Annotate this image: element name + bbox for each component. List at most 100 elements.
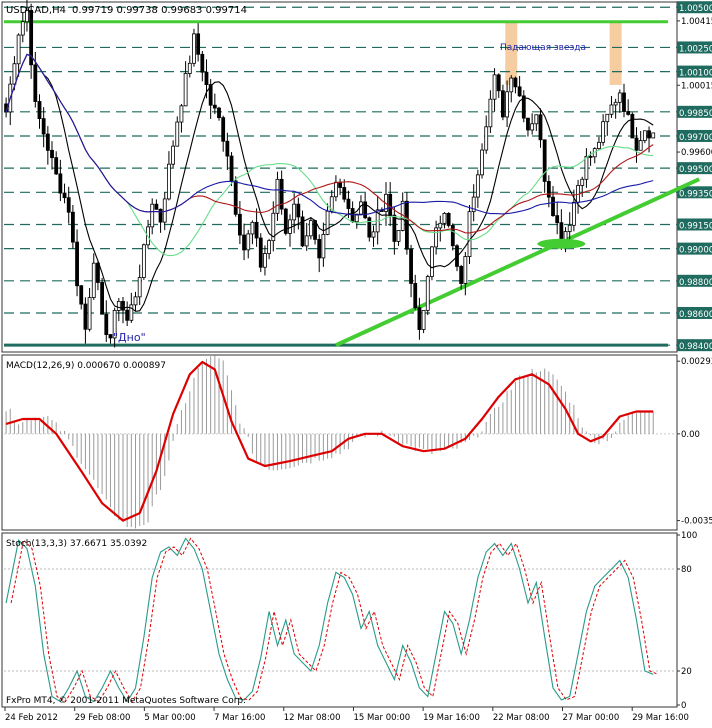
candle-bull	[571, 201, 576, 226]
candle-bear	[542, 139, 547, 182]
candle-bear	[517, 86, 522, 97]
price-axis-label: 1.00415	[681, 17, 712, 27]
candle-bear	[70, 211, 75, 243]
candle-bull	[475, 174, 480, 198]
candle-bear	[66, 197, 71, 213]
candle-bear	[204, 71, 209, 85]
price-axis-label: 0.99350	[679, 189, 712, 199]
candle-bear	[417, 307, 422, 330]
candle-bull	[246, 233, 251, 251]
x-axis-label: 19 Mar 16:00	[423, 713, 480, 723]
candle-bear	[496, 74, 501, 92]
candle-bull	[321, 233, 326, 259]
stoch-axis-label: 100	[681, 531, 697, 541]
candle-bull	[567, 224, 572, 232]
x-axis-label: 12 Mar 08:00	[284, 713, 341, 723]
candle-bull	[250, 221, 255, 235]
candle-bull	[613, 101, 618, 106]
candle-bull	[304, 235, 309, 247]
candle-bull	[617, 92, 622, 103]
candle-bull	[601, 121, 606, 143]
candle-bull	[492, 74, 497, 100]
macd-axis-label: -0.00350	[681, 517, 712, 527]
candle-bear	[96, 262, 100, 283]
candle-bull	[175, 121, 180, 147]
candle-bull	[137, 277, 142, 298]
candle-bull	[442, 212, 447, 224]
chart-symbol-title: USDCAD,H4	[6, 5, 66, 16]
candle-bull	[150, 203, 155, 228]
candle-bear	[237, 213, 242, 236]
candle-bull	[16, 34, 21, 65]
candle-bear	[346, 198, 351, 209]
price-axis-label: 0.99150	[679, 221, 712, 231]
candle-bear	[154, 203, 159, 210]
candle-bear	[647, 130, 651, 139]
candle-bear	[37, 101, 42, 119]
candle-bear	[125, 309, 130, 321]
candle-bull	[162, 198, 167, 223]
candle-bear	[317, 239, 322, 259]
candle-bear	[388, 193, 393, 216]
candle-bull	[192, 33, 196, 64]
candle-bear	[229, 155, 234, 182]
candle-bear	[296, 203, 301, 218]
candle-bull	[488, 98, 493, 128]
candle-bull	[12, 63, 17, 85]
candle-bear	[404, 200, 409, 250]
candle-bull	[141, 244, 146, 278]
candle-bear	[258, 237, 263, 268]
candle-bear	[538, 114, 543, 141]
x-axis-label: 29 Mar 16:00	[632, 713, 689, 723]
candle-bear	[62, 192, 67, 199]
candle-bear	[409, 248, 413, 284]
candle-bear	[551, 196, 555, 217]
candle-bear	[526, 117, 530, 131]
candle-bear	[33, 64, 38, 102]
price-axis-label: 0.98800	[679, 278, 712, 288]
price-axis-label: 0.99600	[681, 148, 712, 158]
candle-bull	[292, 203, 297, 221]
x-axis-label: 5 Mar 00:00	[144, 713, 195, 723]
candle-bull	[179, 105, 184, 123]
candle-bull	[609, 104, 614, 115]
price-axis-label: 0.99500	[679, 165, 712, 175]
macd-title: MACD(12,26,9) 0.000670 0.000897	[6, 361, 166, 371]
candle-bull	[133, 296, 138, 306]
candle-bear	[446, 212, 451, 226]
candle-bull	[129, 304, 134, 321]
price-axis-label: 0.99700	[679, 133, 712, 143]
candle-bear	[459, 266, 464, 284]
macd-axis-label: 0.00	[681, 430, 700, 440]
candle-bull	[642, 130, 647, 141]
candle-bear	[45, 133, 50, 151]
candle-bear	[158, 208, 163, 223]
candle-bear	[225, 140, 230, 157]
candle-bull	[425, 276, 430, 311]
stoch-title: Stoch(13,3,3) 37.6671 35.0392	[6, 539, 147, 549]
candle-bear	[104, 313, 109, 335]
candle-bear	[50, 149, 54, 159]
shooting-star-highlight	[609, 22, 622, 85]
candle-bull	[430, 246, 434, 277]
candle-bull	[116, 300, 121, 311]
candle-bear	[121, 300, 125, 311]
candle-bull	[509, 77, 514, 93]
price-axis-label: 1.00500	[679, 4, 712, 14]
candle-bull	[597, 141, 601, 149]
candle-bear	[546, 181, 551, 198]
candle-bull	[534, 114, 539, 125]
stoch-axis-label: 20	[681, 667, 692, 677]
candle-bear	[79, 285, 84, 305]
candle-bear	[217, 107, 221, 119]
candle-bull	[308, 220, 313, 237]
candle-bull	[371, 231, 376, 238]
candle-bull	[484, 126, 489, 151]
candle-bear	[212, 104, 217, 109]
stoch-axis-label: 0	[681, 701, 686, 711]
x-axis-label: 24 Feb 2012	[5, 713, 58, 723]
candle-bull	[480, 149, 484, 176]
candle-bear	[41, 118, 46, 135]
candle-bull	[275, 178, 280, 214]
price-axis-label: 0.99850	[679, 109, 712, 119]
